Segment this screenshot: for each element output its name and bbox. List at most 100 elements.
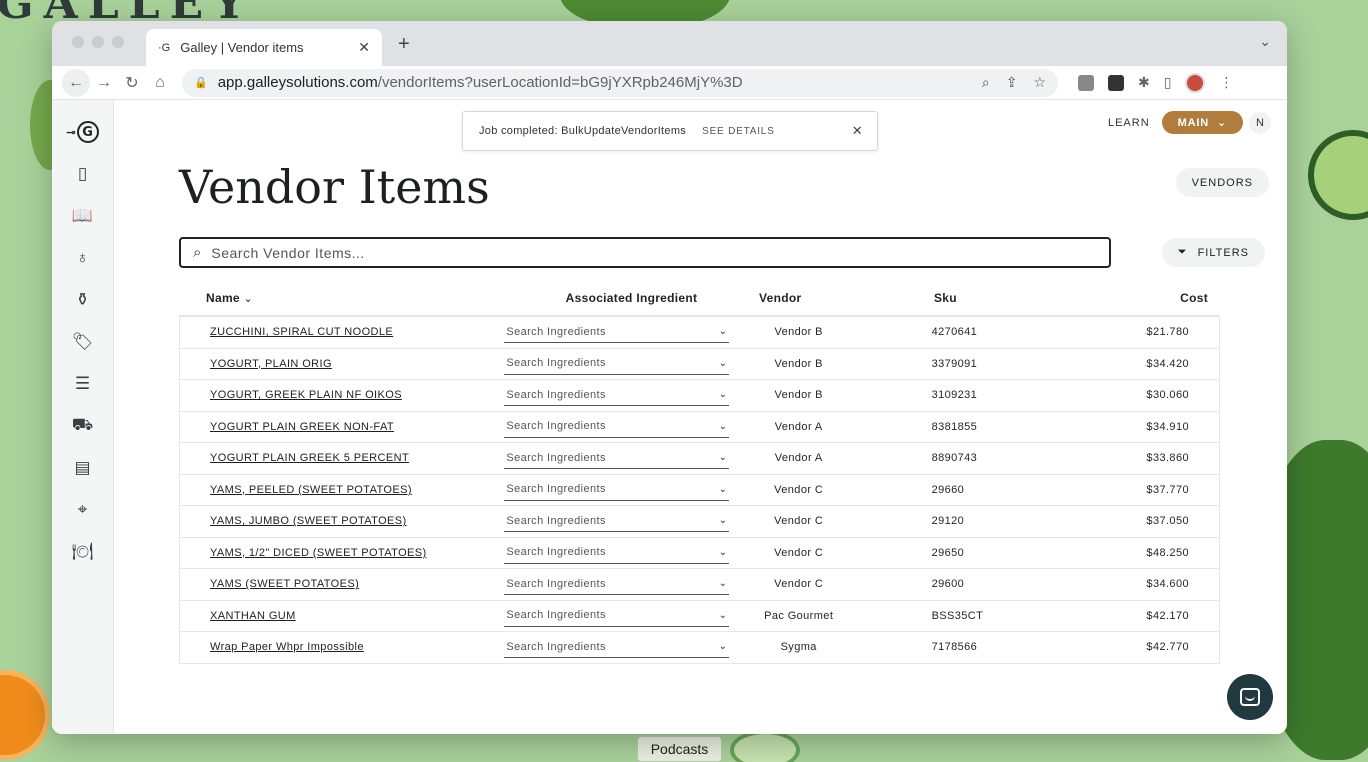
sidebar-item-dining[interactable]: 🍽 — [71, 540, 95, 564]
profile-avatar[interactable] — [1185, 72, 1206, 93]
minimize-window-button[interactable] — [92, 36, 104, 48]
chevron-down-icon: ⌄ — [718, 515, 728, 527]
table-row: Wrap Paper Whpr Impossible Search Ingred… — [179, 632, 1220, 664]
sidebar-item-condiments[interactable]: ⚱ — [71, 288, 95, 312]
intercom-chat-button[interactable] — [1227, 674, 1273, 720]
vendor-cell: Vendor A — [774, 452, 823, 465]
sidebar-item-tags[interactable]: 🏷 — [71, 330, 95, 354]
ingredient-select[interactable]: Search Ingredients ⌄ — [504, 542, 730, 564]
vendor-item-link[interactable]: YOGURT, PLAIN ORIG — [210, 358, 332, 370]
chat-icon — [1240, 688, 1260, 706]
ingredient-select[interactable]: Search Ingredients ⌄ — [504, 447, 730, 470]
extension-icon-1[interactable] — [1078, 74, 1094, 91]
table-row: YOGURT PLAIN GREEK 5 PERCENT Search Ingr… — [179, 443, 1220, 475]
column-header-vendor: Vendor — [759, 290, 802, 305]
vendor-item-link[interactable]: ZUCCHINI, SPIRAL CUT NOODLE — [210, 326, 393, 338]
chevron-down-icon: ⌄ — [718, 641, 728, 653]
ingredient-select[interactable]: Search Ingredients ⌄ — [504, 321, 730, 344]
sidebar-item-reports[interactable]: ▤ — [71, 456, 95, 480]
close-window-button[interactable] — [72, 36, 84, 48]
reload-button[interactable]: ↻ — [118, 69, 146, 97]
sidebar-item-ingredients[interactable]: ♁ — [71, 246, 95, 270]
vendor-item-link[interactable]: Wrap Paper Whpr Impossible — [210, 641, 364, 653]
learn-link[interactable]: LEARN — [1108, 117, 1150, 129]
ingredient-select[interactable]: Search Ingredients ⌄ — [504, 384, 730, 407]
browser-menu-icon[interactable]: ⋮ — [1219, 74, 1233, 91]
tab-close-icon[interactable]: ✕ — [358, 39, 370, 56]
table-row: XANTHAN GUM Search Ingredients ⌄ Pac Gour… — [179, 600, 1220, 632]
book-icon: 📖 — [71, 206, 94, 225]
ingredient-select[interactable]: Search Ingredients ⌄ — [504, 636, 730, 659]
sidebar-item-locations[interactable]: ⌖ — [71, 498, 95, 522]
galley-logo[interactable]: ⊸ G — [66, 120, 99, 144]
ingredient-select[interactable]: Search Ingredients ⌄ — [504, 510, 730, 533]
key-icon: ⊸ — [66, 125, 76, 139]
search-input[interactable] — [211, 244, 1097, 261]
cost-cell: $48.250 — [1146, 546, 1189, 559]
tag-icon: 🏷 — [71, 332, 94, 351]
column-header-name[interactable]: Name ⌄ — [179, 291, 504, 305]
vendor-item-link[interactable]: YOGURT PLAIN GREEK NON-FAT — [210, 421, 394, 433]
vendor-item-link[interactable]: YOGURT, GREEK PLAIN NF OIKOS — [210, 389, 402, 401]
galley-favicon-icon: ·G — [158, 41, 171, 54]
location-main-dropdown[interactable]: MAIN ⌄ — [1161, 111, 1243, 134]
home-button[interactable]: ⌂ — [146, 69, 174, 97]
browser-tab-active[interactable]: ·G Galley | Vendor items ✕ — [146, 29, 382, 66]
table-row: YAMS, JUMBO (SWEET POTATOES) Search Ingr… — [179, 506, 1220, 538]
lock-icon[interactable]: 🔒 — [194, 76, 208, 89]
chevron-down-icon: ⌄ — [718, 483, 728, 495]
ingredient-select[interactable]: Search Ingredients ⌄ — [504, 416, 730, 438]
ingredient-select[interactable]: Search Ingredients ⌄ — [504, 573, 730, 596]
chevron-down-icon: ⌄ — [718, 578, 728, 590]
sidebar-item-clipboard[interactable]: ▯ — [71, 162, 95, 186]
vendor-cell: Vendor C — [774, 515, 824, 528]
url-path: /vendorItems?userLocationId=bG9jYXRpb246… — [377, 74, 743, 91]
zoom-icon[interactable]: ⌕ — [982, 74, 990, 91]
ingredient-select[interactable]: Search Ingredients ⌄ — [504, 605, 730, 627]
bookmark-star-icon[interactable]: ☆ — [1033, 74, 1046, 91]
column-header-sku: Sku — [934, 290, 957, 305]
vendors-button[interactable]: VENDORS — [1175, 168, 1269, 197]
ingredient-select[interactable]: Search Ingredients ⌄ — [504, 353, 730, 375]
browser-toolbar: ← → ↻ ⌂ 🔒 app.galleysolutions.com/vendor… — [52, 66, 1287, 100]
vendor-cell: Vendor B — [774, 326, 823, 339]
see-details-link[interactable]: SEE DETAILS — [702, 126, 775, 137]
cost-cell: $30.060 — [1146, 389, 1189, 402]
sku-cell: 8890743 — [931, 452, 978, 465]
location-pin-icon: ⌖ — [77, 500, 88, 519]
cost-cell: $34.600 — [1146, 578, 1189, 591]
vendor-cell: Vendor B — [774, 357, 823, 370]
vendor-cell: Vendor C — [774, 546, 824, 559]
ingredient-select[interactable]: Search Ingredients ⌄ — [504, 479, 730, 501]
sidebar-item-vendor-items[interactable]: ⛟ — [71, 414, 95, 438]
vendor-item-link[interactable]: YOGURT PLAIN GREEK 5 PERCENT — [210, 452, 409, 464]
address-bar[interactable]: 🔒 app.galleysolutions.com/vendorItems?us… — [182, 68, 1058, 97]
vendor-item-link[interactable]: XANTHAN GUM — [210, 610, 296, 622]
leaf-icon: ♁ — [76, 248, 89, 267]
extensions-puzzle-icon[interactable]: ✱ — [1138, 74, 1150, 91]
chevron-down-icon: ⌄ — [718, 452, 728, 464]
vendor-item-link[interactable]: YAMS (SWEET POTATOES) — [210, 578, 359, 590]
chevron-down-icon: ⌄ — [1216, 117, 1227, 129]
user-avatar[interactable]: N — [1249, 111, 1271, 134]
table-row: YAMS, PEELED (SWEET POTATOES) Search Ing… — [179, 474, 1220, 506]
forward-button[interactable]: → — [90, 69, 118, 97]
vendor-item-link[interactable]: YAMS, PEELED (SWEET POTATOES) — [210, 484, 412, 496]
filters-button[interactable]: ⏷ FILTERS — [1161, 238, 1265, 267]
podcasts-dock-label[interactable]: Podcasts — [637, 736, 722, 762]
back-button[interactable]: ← — [62, 68, 90, 97]
page-title: Vendor Items — [179, 160, 490, 214]
zoom-window-button[interactable] — [112, 36, 124, 48]
vendor-item-link[interactable]: YAMS, JUMBO (SWEET POTATOES) — [210, 515, 407, 527]
sidebar-item-recipes[interactable]: 📖 — [71, 204, 95, 228]
sidebar-item-menus[interactable]: ☰ — [71, 372, 95, 396]
new-tab-button[interactable]: + — [398, 33, 410, 56]
vendor-cell: Vendor C — [774, 578, 824, 591]
tab-search-chevron-icon[interactable]: ⌄ — [1259, 33, 1271, 50]
share-icon[interactable]: ⇪ — [1006, 74, 1018, 91]
extension-icon-2[interactable] — [1108, 74, 1124, 91]
side-panel-icon[interactable]: ▯ — [1164, 74, 1172, 91]
toast-close-icon[interactable]: ✕ — [852, 123, 863, 139]
main-content: Job completed: BulkUpdateVendorItems SEE… — [114, 100, 1287, 734]
vendor-item-link[interactable]: YAMS, 1/2" DICED (SWEET POTATOES) — [210, 547, 427, 559]
